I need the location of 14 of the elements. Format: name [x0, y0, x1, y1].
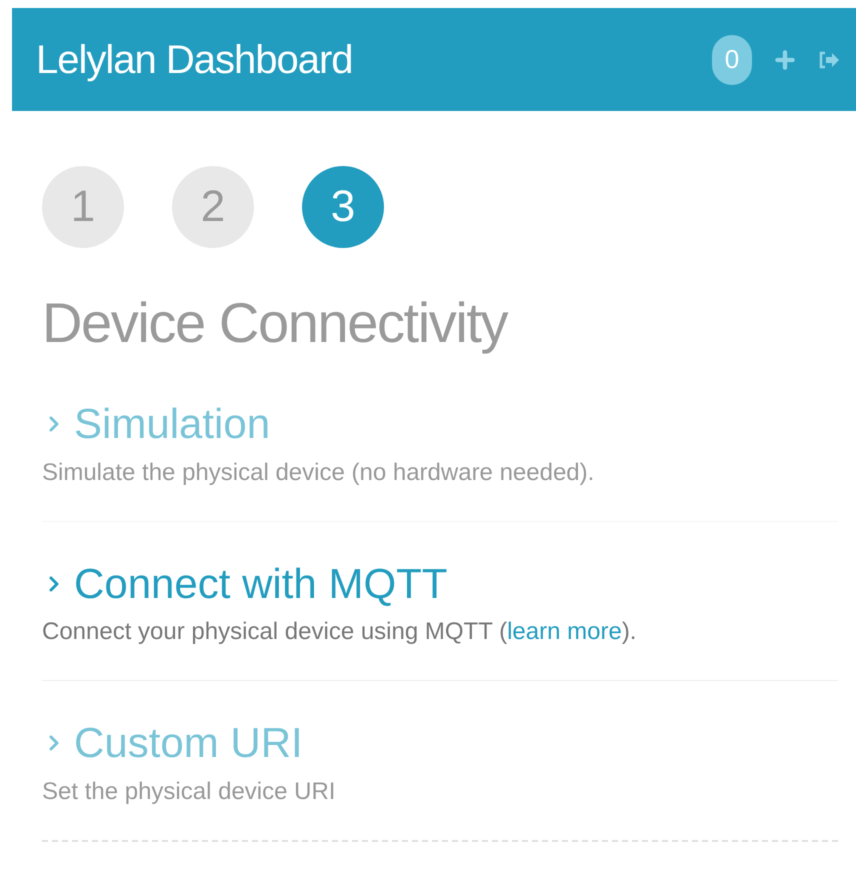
connectivity-option[interactable]: Connect with MQTT Connect your physical device using MQTT (learn more).: [42, 548, 838, 681]
app-title: Lelylan Dashboard: [36, 36, 353, 84]
notification-count[interactable]: 0: [712, 34, 752, 84]
connectivity-option[interactable]: Simulation Simulate the physical device (no hardware needed).: [42, 388, 838, 522]
logout-icon[interactable]: [818, 50, 840, 70]
option-description: Set the physical device URI: [42, 776, 336, 806]
connectivity-option[interactable]: Custom URI Set the physical device URI: [42, 707, 838, 842]
option-title: Custom URI: [74, 718, 303, 768]
page-heading: Device Connectivity: [42, 290, 509, 356]
option-title: Connect with MQTT: [74, 558, 448, 608]
learn-more-link[interactable]: learn more: [507, 618, 622, 645]
option-description: Simulate the physical device (no hardware needed).: [42, 458, 596, 488]
option-description: Connect your physical device using MQTT (learn more).: [42, 617, 638, 647]
option-title: Simulation: [74, 399, 270, 449]
